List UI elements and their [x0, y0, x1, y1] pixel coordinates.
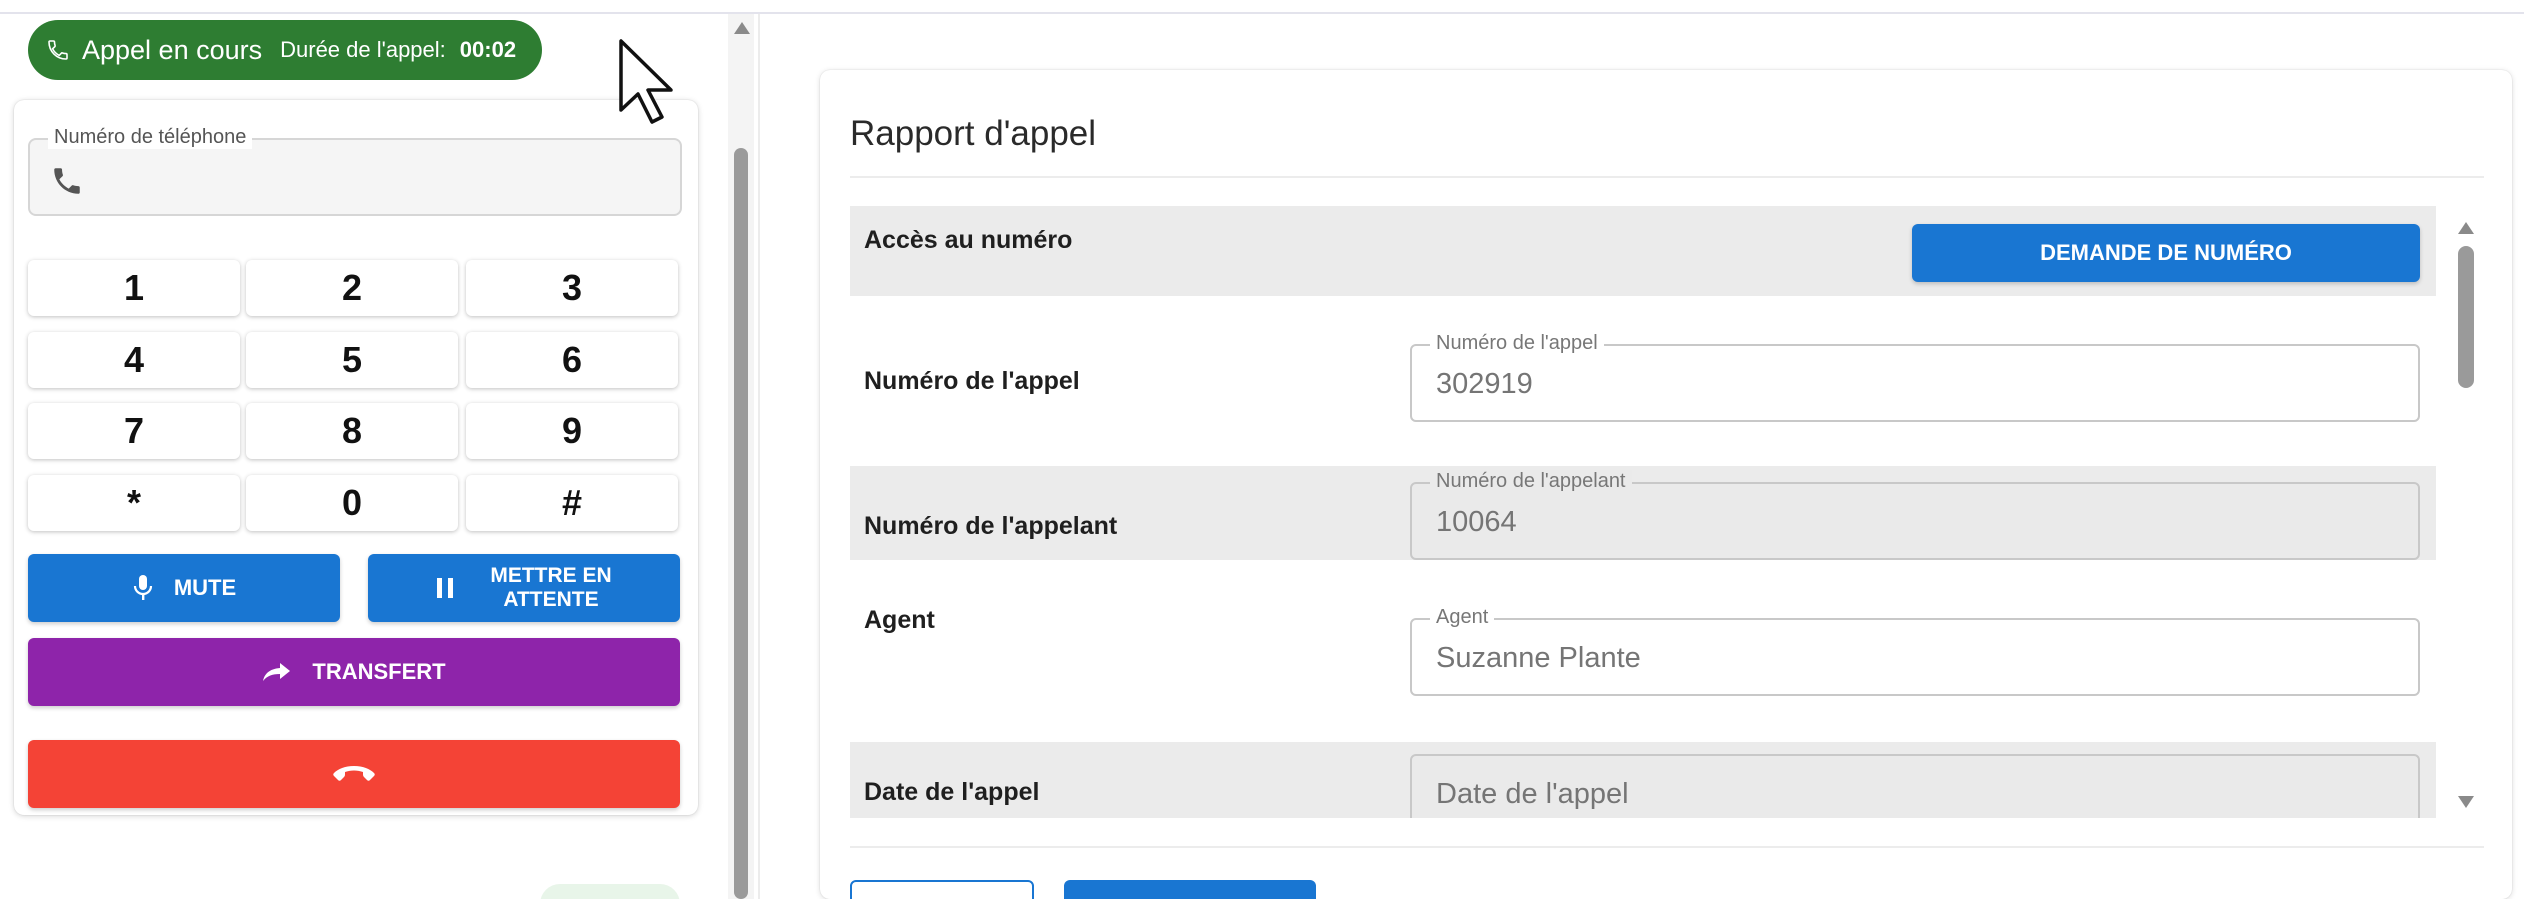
key-2[interactable]: 2 [246, 260, 458, 316]
phone-icon [46, 38, 70, 62]
row-label: Agent [864, 606, 935, 634]
caller-number-field: Numéro de l'appelant 10064 [1410, 470, 2420, 560]
hold-label: METTRE EN ATTENTE [490, 564, 611, 612]
hold-label-line1: METTRE EN [490, 564, 612, 587]
call-duration-label: Durée de l'appel: [280, 37, 446, 62]
key-3[interactable]: 3 [466, 260, 678, 316]
title-divider [850, 176, 2484, 178]
hang-up-icon [332, 763, 376, 785]
key-4[interactable]: 4 [28, 332, 240, 388]
call-number-field-label: Numéro de l'appel [1430, 332, 1604, 355]
row-label: Numéro de l'appelant [864, 512, 1118, 540]
agent-value: Suzanne Plante [1436, 642, 1641, 674]
phone-icon [50, 164, 84, 198]
left-scrollbar-thumb[interactable] [734, 148, 748, 899]
scroll-up-arrow-icon[interactable] [734, 22, 750, 34]
microphone-icon [132, 574, 154, 602]
scroll-up-arrow-icon[interactable] [2458, 222, 2474, 234]
agent-field-label: Agent [1430, 606, 1495, 629]
call-duration-value: 00:02 [459, 37, 517, 62]
caller-number-value: 10064 [1436, 506, 1517, 538]
agent-field[interactable]: Agent Suzanne Plante [1410, 606, 2420, 696]
caller-number-field-label: Numéro de l'appelant [1430, 470, 1632, 493]
hold-button[interactable]: METTRE EN ATTENTE [368, 554, 680, 622]
pause-icon [436, 577, 454, 599]
request-number-button[interactable]: DEMANDE DE NUMÉRO [1912, 224, 2420, 282]
row-number-access: Accès au numéro DEMANDE DE NUMÉRO [850, 206, 2436, 296]
phone-number-label: Numéro de téléphone [48, 126, 253, 149]
row-label: Date de l'appel [864, 778, 1040, 806]
forward-arrow-icon [262, 661, 292, 683]
report-scrollbar-thumb[interactable] [2458, 246, 2474, 388]
top-border [0, 0, 2524, 14]
key-6[interactable]: 6 [466, 332, 678, 388]
call-number-value: 302919 [1436, 368, 1533, 400]
mouse-cursor-icon [619, 39, 673, 124]
call-status-label: Appel en cours [82, 34, 263, 65]
key-0[interactable]: 0 [246, 475, 458, 531]
hang-up-button[interactable] [28, 740, 680, 808]
row-label: Numéro de l'appel [864, 367, 1080, 395]
row-label: Accès au numéro [864, 226, 1073, 254]
key-8[interactable]: 8 [246, 403, 458, 459]
call-date-field[interactable]: Date de l'appel [1410, 754, 2420, 818]
hold-label-line2: ATTENTE [503, 588, 599, 611]
mute-button[interactable]: MUTE [28, 554, 340, 622]
report-title: Rapport d'appel [850, 114, 1097, 153]
key-hash[interactable]: # [466, 475, 678, 531]
mute-label: MUTE [173, 575, 237, 600]
key-9[interactable]: 9 [466, 403, 678, 459]
scroll-down-arrow-icon[interactable] [2458, 796, 2474, 808]
phone-number-field[interactable]: Numéro de téléphone [28, 126, 682, 216]
footer-divider [850, 846, 2484, 848]
secondary-action-button[interactable] [850, 880, 1034, 899]
pane-divider [758, 14, 760, 899]
key-5[interactable]: 5 [246, 332, 458, 388]
call-status-chip: Appel en cours Durée de l'appel: 00:02 [28, 20, 542, 80]
transfer-label: TRANSFERT [312, 659, 446, 684]
status-chip-partial [540, 884, 680, 899]
key-star[interactable]: * [28, 475, 240, 531]
report-rows: Accès au numéro DEMANDE DE NUMÉRO Numéro… [850, 206, 2440, 818]
call-date-placeholder: Date de l'appel [1436, 778, 1629, 810]
key-7[interactable]: 7 [28, 403, 240, 459]
primary-action-button[interactable] [1064, 880, 1316, 899]
transfer-button[interactable]: TRANSFERT [28, 638, 680, 706]
key-1[interactable]: 1 [28, 260, 240, 316]
call-number-field[interactable]: Numéro de l'appel 302919 [1410, 332, 2420, 422]
